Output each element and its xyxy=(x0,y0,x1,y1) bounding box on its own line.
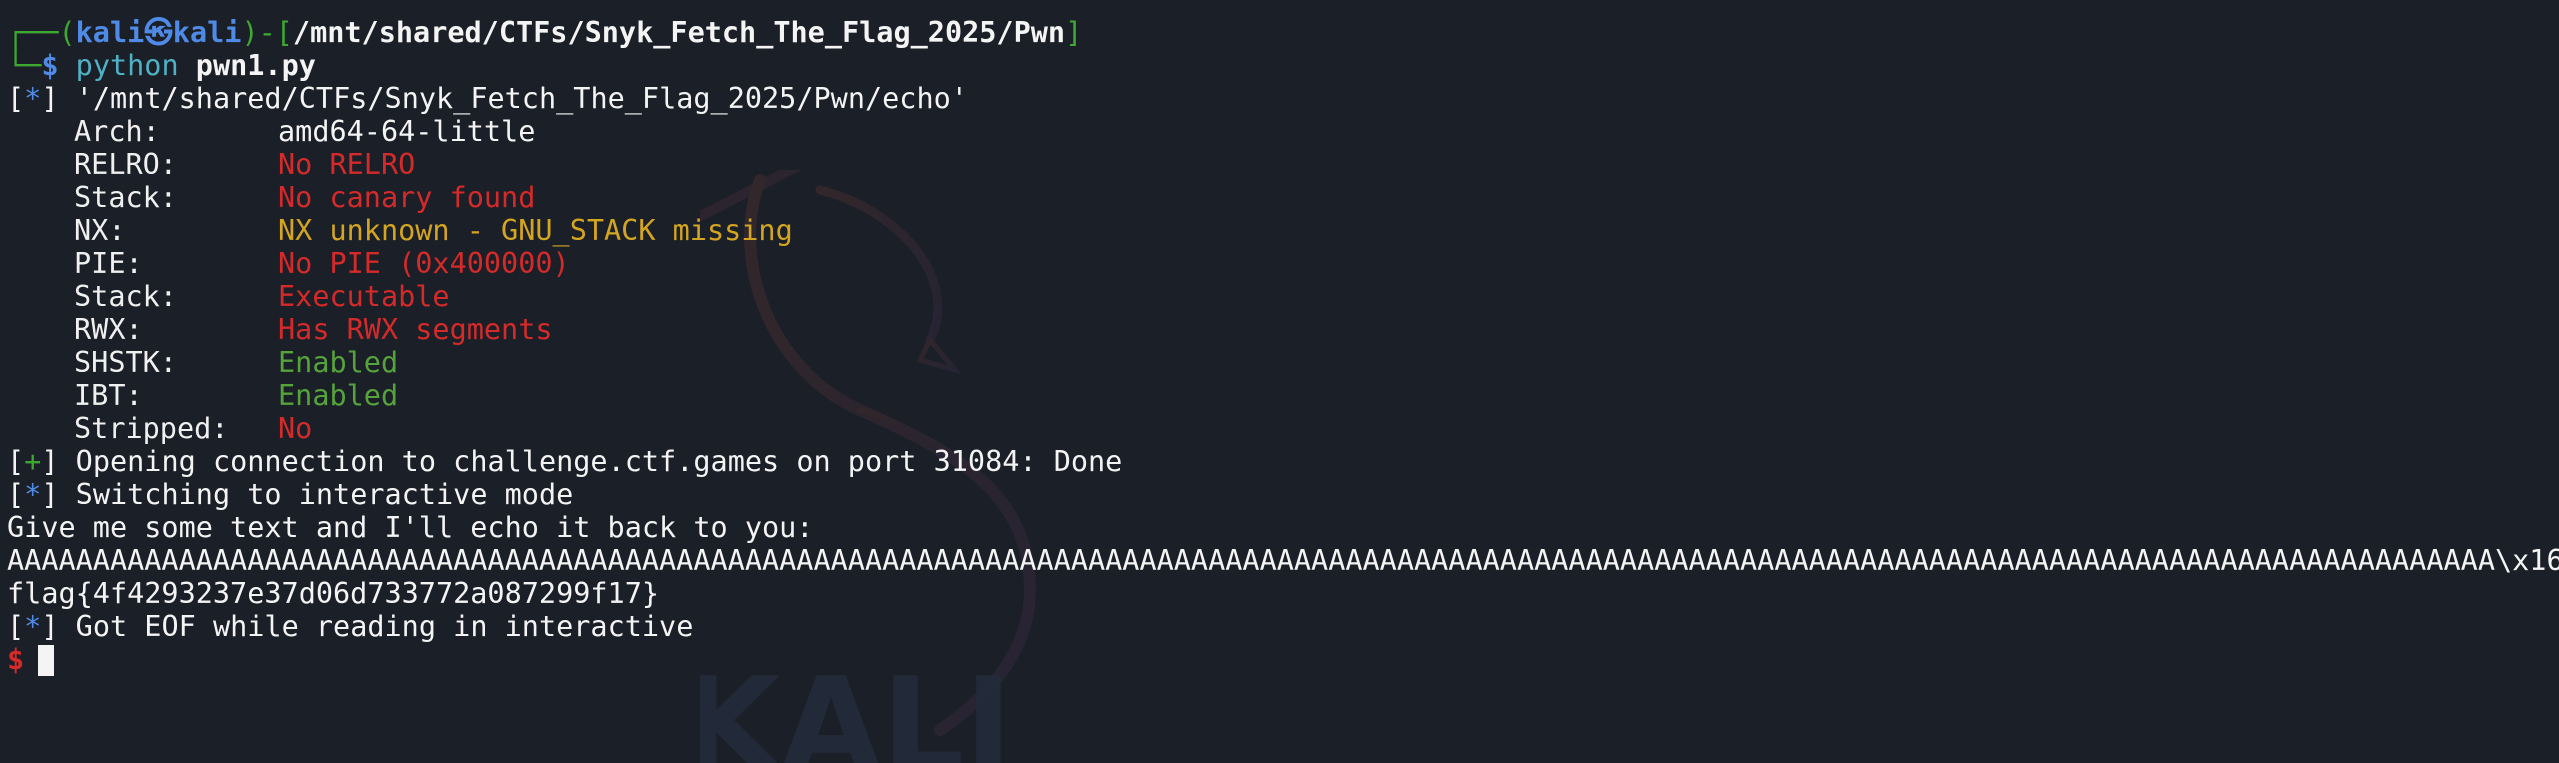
text-cursor[interactable] xyxy=(38,645,55,676)
checksec-row-arch: Arch: amd64-64-little xyxy=(7,115,2559,148)
success-plus-badge: [+] xyxy=(7,445,59,478)
command-arg: pwn1.py xyxy=(195,49,316,82)
prompt-host: kali xyxy=(172,16,242,49)
checksec-label: PIE: xyxy=(74,247,143,280)
checksec-value: No xyxy=(278,412,313,445)
checksec-row-shstk: SHSTK: Enabled xyxy=(7,346,2559,379)
checksec-row-rwx: RWX: Has RWX segments xyxy=(7,313,2559,346)
terminal-output: ┌──(kali㉿kali)-[/mnt/shared/CTFs/Snyk_Fe… xyxy=(7,16,2559,676)
checksec-label: RWX: xyxy=(74,313,143,346)
checksec-label: NX: xyxy=(74,214,126,247)
checksec-value: Enabled xyxy=(278,379,399,412)
checksec-value: No RELRO xyxy=(278,148,416,181)
opening-connection-text: Opening connection to challenge.ctf.game… xyxy=(58,445,1123,478)
checksec-row-nx: NX: NX unknown - GNU_STACK missing xyxy=(7,214,2559,247)
checksec-path-line: [*] '/mnt/shared/CTFs/Snyk_Fetch_The_Fla… xyxy=(7,82,2559,115)
prompt-line: ┌──(kali㉿kali)-[/mnt/shared/CTFs/Snyk_Fe… xyxy=(7,16,2559,49)
prompt-at-symbol: ㉿ xyxy=(144,16,173,49)
prompt-corner-bottom: └─ xyxy=(7,49,42,82)
checksec-row-pie: PIE: No PIE (0x400000) xyxy=(7,247,2559,280)
interactive-mode-line: [*] Switching to interactive mode xyxy=(7,478,2559,511)
prompt-dollar: $ xyxy=(41,49,59,82)
eof-line: [*] Got EOF while reading in interactive xyxy=(7,610,2559,643)
command-name: python xyxy=(75,49,179,82)
prompt-user: kali xyxy=(75,16,145,49)
checksec-label: Stack: xyxy=(74,280,177,313)
binary-path: '/mnt/shared/CTFs/Snyk_Fetch_The_Flag_20… xyxy=(75,82,968,115)
prompt-cwd: /mnt/shared/CTFs/Snyk_Fetch_The_Flag_202… xyxy=(292,16,1066,49)
checksec-value: Enabled xyxy=(278,346,399,379)
checksec-row-stripped: Stripped: No xyxy=(7,412,2559,445)
info-star-badge: [*] xyxy=(7,610,59,643)
payload-line: AAAAAAAAAAAAAAAAAAAAAAAAAAAAAAAAAAAAAAAA… xyxy=(7,544,2559,577)
checksec-label: IBT: xyxy=(74,379,143,412)
checksec-label: Stack: xyxy=(74,181,177,214)
final-prompt-dollar: $ xyxy=(7,643,25,676)
checksec-label: SHSTK: xyxy=(74,346,177,379)
interactive-mode-text: Switching to interactive mode xyxy=(58,478,574,511)
checksec-row-relro: RELRO: No RELRO xyxy=(7,148,2559,181)
checksec-row-stack-exec: Stack: Executable xyxy=(7,280,2559,313)
checksec-value: No canary found xyxy=(278,181,536,214)
checksec-value: NX unknown - GNU_STACK missing xyxy=(278,214,793,247)
checksec-label: RELRO: xyxy=(74,148,177,181)
checksec-row-stack: Stack: No canary found xyxy=(7,181,2559,214)
checksec-row-ibt: IBT: Enabled xyxy=(7,379,2559,412)
command-line: └─$ python pwn1.py xyxy=(7,49,2559,82)
flag-line: flag{4f4293237e37d06d733772a087299f17} xyxy=(7,577,660,610)
checksec-label: Arch: xyxy=(74,115,160,148)
checksec-value: Executable xyxy=(278,280,450,313)
eof-text: Got EOF while reading in interactive xyxy=(58,610,694,643)
prompt-close-bracket: ] xyxy=(1065,16,1083,49)
checksec-value: Has RWX segments xyxy=(278,313,553,346)
terminal-window[interactable]: KALI ┌──(kali㉿kali)-[/mnt/shared/CTFs/Sn… xyxy=(0,0,2559,763)
info-star-badge: [*] xyxy=(7,478,59,511)
prompt-separator: )-[ xyxy=(241,16,293,49)
opening-connection-line: [+] Opening connection to challenge.ctf.… xyxy=(7,445,2559,478)
echo-prompt-line: Give me some text and I'll echo it back … xyxy=(7,511,814,544)
checksec-value: No PIE (0x400000) xyxy=(278,247,570,280)
final-prompt-line[interactable]: $ xyxy=(7,643,2559,676)
prompt-corner-top: ┌──( xyxy=(7,16,76,49)
checksec-label: Stripped: xyxy=(74,412,229,445)
info-star-badge: [*] xyxy=(7,82,59,115)
checksec-value: amd64-64-little xyxy=(278,115,536,148)
